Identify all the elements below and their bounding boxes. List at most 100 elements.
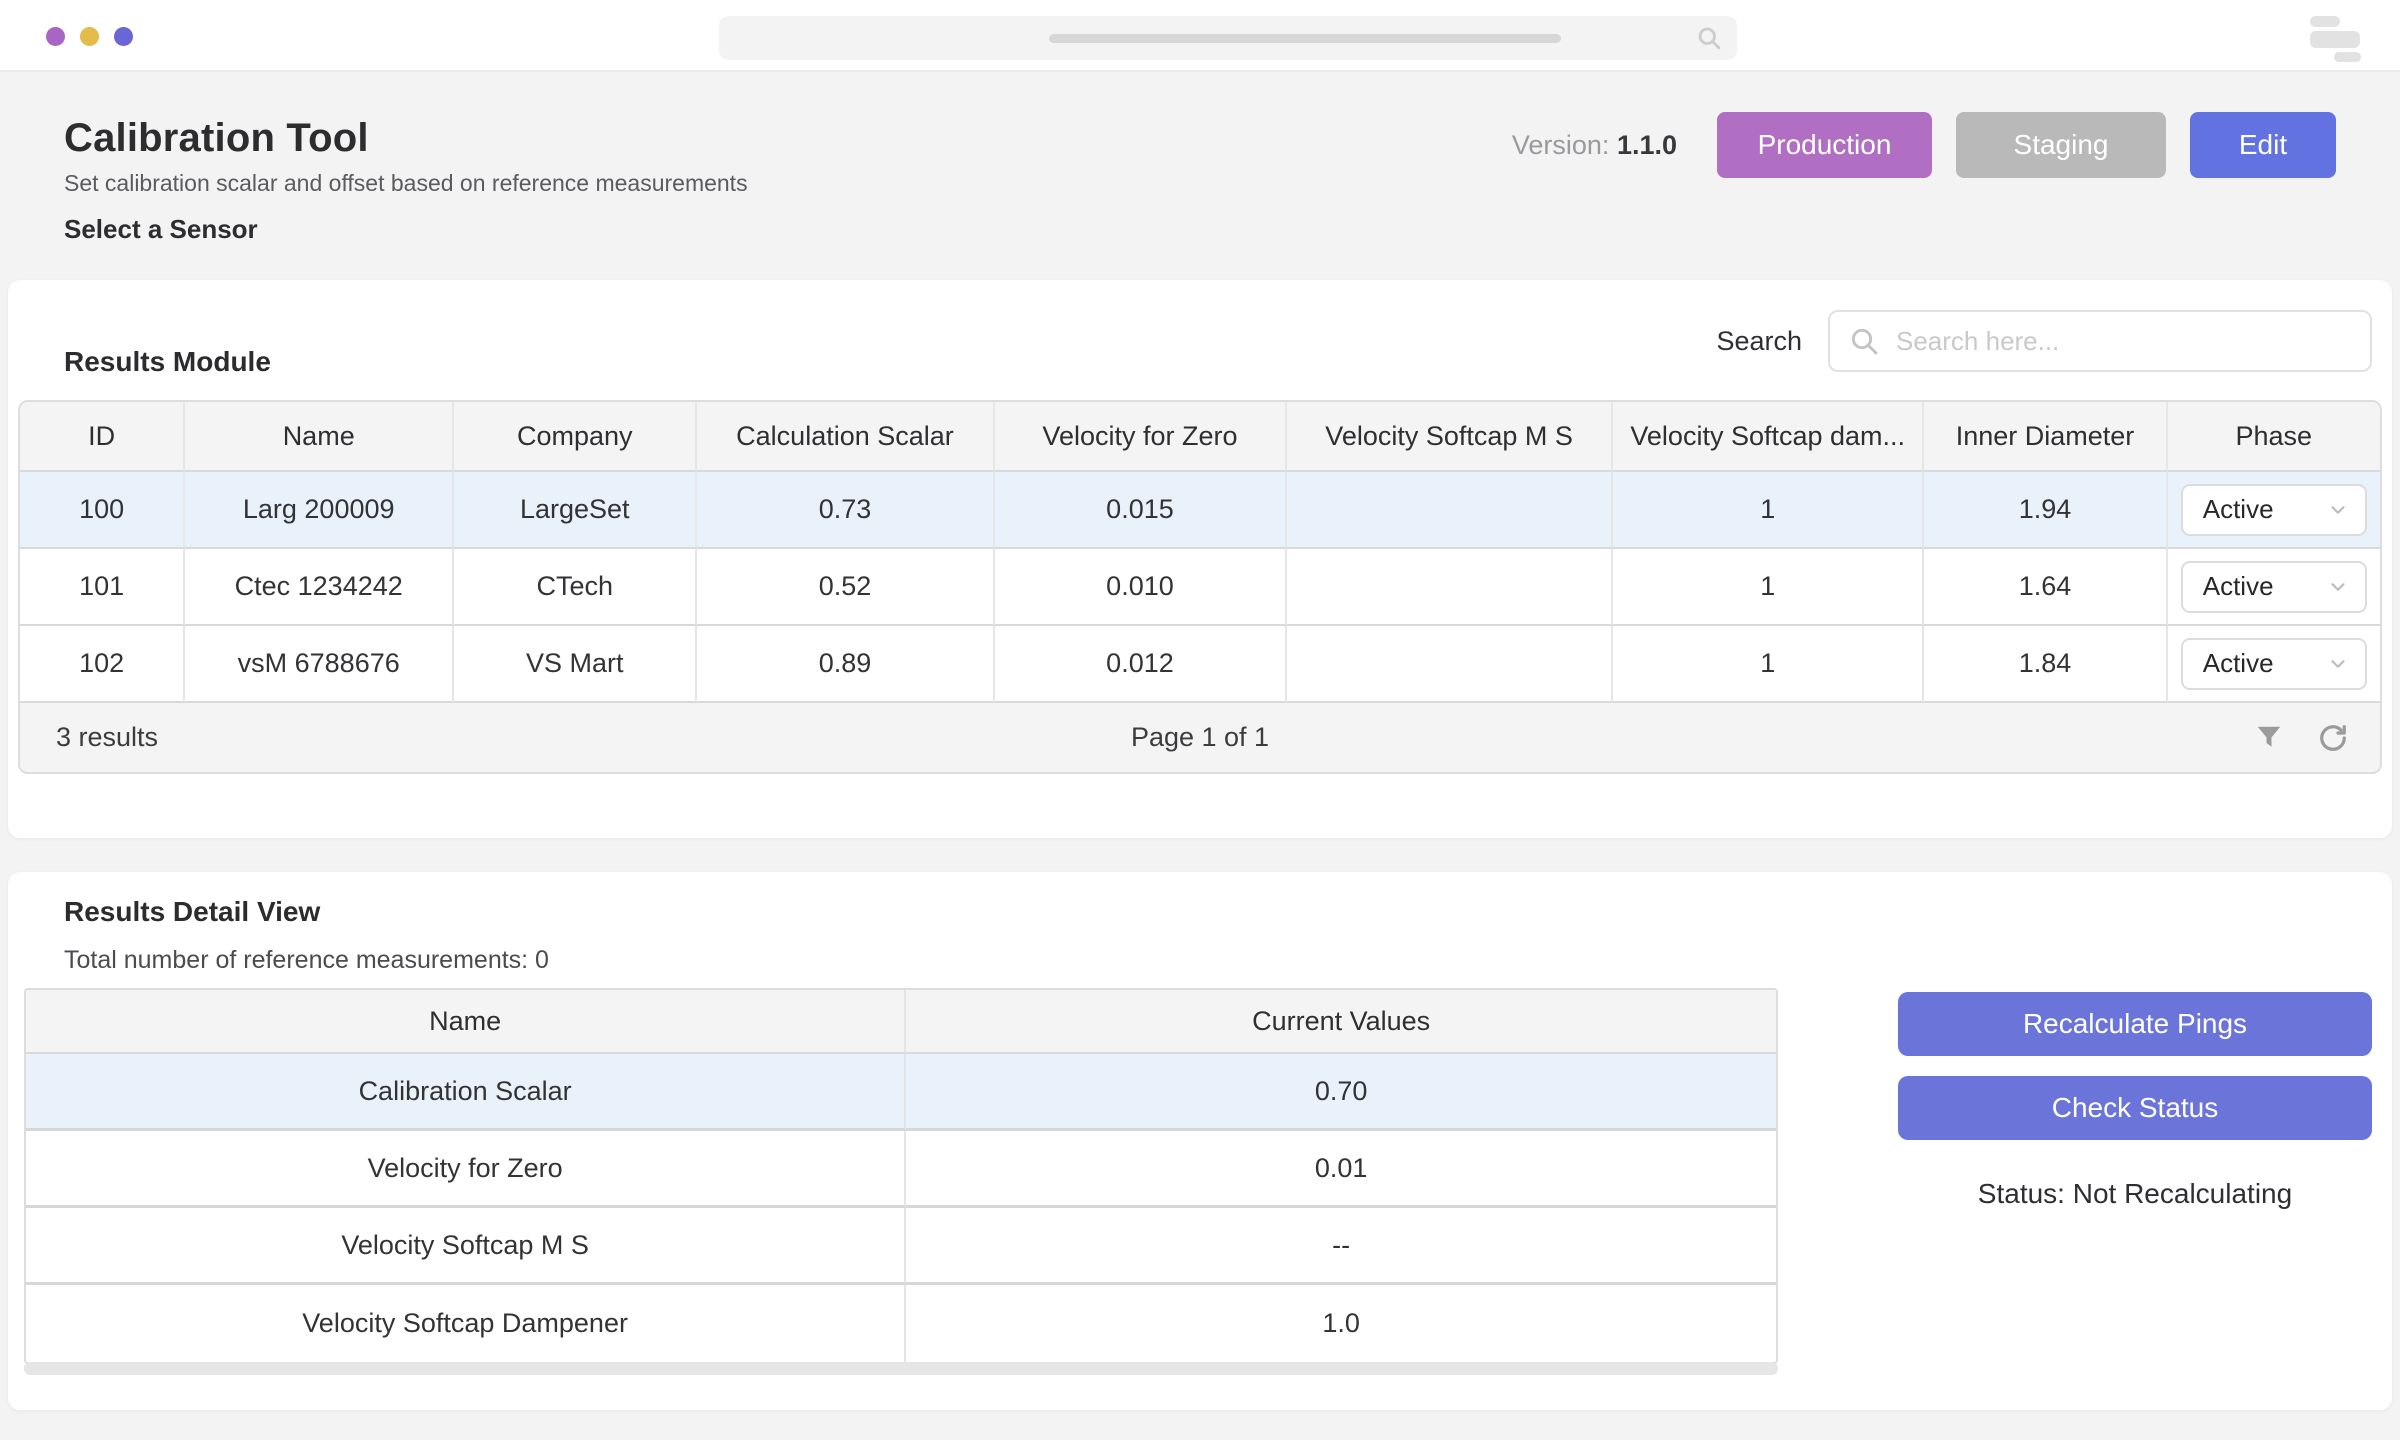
column-header-name: Name [185,402,454,472]
phase-select[interactable]: Active [2181,561,2367,613]
version-text: Version: 1.1.0 [1512,130,1677,161]
detail-row[interactable]: Velocity Softcap M S -- [26,1208,1776,1285]
detail-table-scrollbar[interactable] [24,1362,1778,1375]
results-detail-card: Results Detail View Total number of refe… [8,872,2392,1410]
production-button[interactable]: Production [1717,112,1932,178]
cell-velocity-softcap-ms [1287,626,1613,703]
chevron-down-icon [2327,499,2349,521]
phase-value: Active [2203,648,2274,679]
detail-value: -- [906,1208,1776,1285]
cell-id: 100 [20,472,185,549]
header-actions: Version: 1.1.0 Production Staging Edit [1512,112,2336,178]
page-subtitle: Set calibration scalar and offset based … [64,170,748,197]
edit-button[interactable]: Edit [2190,112,2336,178]
window-dot-minimize[interactable] [80,27,99,46]
column-header-velocity-softcap-dampener: Velocity Softcap dam... [1613,402,1925,472]
window-controls [46,27,133,46]
detail-name: Velocity for Zero [26,1131,906,1208]
search-area: Search [1716,310,2372,372]
detail-name: Velocity Softcap M S [26,1208,906,1285]
search-input[interactable] [1828,310,2372,372]
page-title: Calibration Tool [64,116,369,161]
cell-velocity-for-zero: 0.015 [995,472,1288,549]
window-dot-maximize[interactable] [114,27,133,46]
results-table-header: ID Name Company Calculation Scalar Veloc… [20,402,2380,472]
recalculate-pings-button[interactable]: Recalculate Pings [1898,992,2372,1056]
cell-calculation-scalar: 0.73 [697,472,994,549]
phase-value: Active [2203,571,2274,602]
calibration-tool-app: Calibration Tool Set calibration scalar … [0,0,2400,1440]
results-table: ID Name Company Calculation Scalar Veloc… [18,400,2382,774]
cell-inner-diameter: 1.94 [1924,472,2167,549]
browser-menu-icon[interactable] [2310,16,2366,58]
results-module-card: Results Module Search ID Name Company Ca… [8,280,2392,838]
detail-name: Calibration Scalar [26,1054,906,1131]
detail-table-header: Name Current Values [26,990,1776,1054]
cell-id: 102 [20,626,185,703]
detail-column-current-values: Current Values [906,990,1776,1054]
cell-velocity-softcap-dampener: 1 [1613,626,1925,703]
detail-column-name: Name [26,990,906,1054]
column-header-id: ID [20,402,185,472]
column-header-calculation-scalar: Calculation Scalar [697,402,994,472]
browser-chrome [0,0,2400,72]
detail-name: Velocity Softcap Dampener [26,1285,906,1362]
cell-inner-diameter: 1.64 [1924,549,2167,626]
cell-velocity-softcap-ms [1287,549,1613,626]
version-label: Version: [1512,130,1610,160]
search-label: Search [1716,326,1802,357]
table-row[interactable]: 101 Ctec 1234242 CTech 0.52 0.010 1 1.64… [20,549,2380,626]
address-text-redacted [1049,34,1561,43]
results-module-title: Results Module [64,346,271,378]
address-search-icon [1695,24,1723,52]
status-text: Status: Not Recalculating [1898,1178,2372,1210]
cell-velocity-for-zero: 0.010 [995,549,1288,626]
detail-value: 0.01 [906,1131,1776,1208]
cell-company: LargeSet [454,472,697,549]
column-header-phase: Phase [2168,402,2380,472]
cell-calculation-scalar: 0.89 [697,626,994,703]
cell-velocity-softcap-dampener: 1 [1613,549,1925,626]
results-table-footer: 3 results Page 1 of 1 [20,703,2380,772]
detail-value: 1.0 [906,1285,1776,1362]
chevron-down-icon [2327,576,2349,598]
window-dot-close[interactable] [46,27,65,46]
detail-view-subtitle: Total number of reference measurements: … [64,946,549,975]
column-header-velocity-softcap-ms: Velocity Softcap M S [1287,402,1613,472]
cell-id: 101 [20,549,185,626]
cell-velocity-softcap-ms [1287,472,1613,549]
phase-select[interactable]: Active [2181,484,2367,536]
phase-value: Active [2203,494,2274,525]
search-icon [1848,325,1880,357]
column-header-velocity-for-zero: Velocity for Zero [995,402,1288,472]
staging-button[interactable]: Staging [1956,112,2166,178]
cell-inner-diameter: 1.84 [1924,626,2167,703]
phase-select[interactable]: Active [2181,638,2367,690]
filter-icon[interactable] [2254,723,2284,753]
check-status-button[interactable]: Check Status [1898,1076,2372,1140]
detail-table: Name Current Values Calibration Scalar 0… [24,988,1778,1364]
detail-row[interactable]: Velocity for Zero 0.01 [26,1131,1776,1208]
version-value: 1.1.0 [1617,130,1677,160]
cell-velocity-for-zero: 0.012 [995,626,1288,703]
cell-name: Larg 200009 [185,472,454,549]
cell-company: VS Mart [454,626,697,703]
select-sensor-label: Select a Sensor [64,214,258,245]
cell-name: vsM 6788676 [185,626,454,703]
cell-company: CTech [454,549,697,626]
results-count: 3 results [56,722,158,753]
cell-name: Ctec 1234242 [185,549,454,626]
column-header-company: Company [454,402,697,472]
detail-value: 0.70 [906,1054,1776,1131]
table-row[interactable]: 100 Larg 200009 LargeSet 0.73 0.015 1 1.… [20,472,2380,549]
table-row[interactable]: 102 vsM 6788676 VS Mart 0.89 0.012 1 1.8… [20,626,2380,703]
cell-velocity-softcap-dampener: 1 [1613,472,1925,549]
detail-view-title: Results Detail View [64,896,320,928]
browser-address-bar[interactable] [719,16,1737,60]
detail-row[interactable]: Calibration Scalar 0.70 [26,1054,1776,1131]
cell-calculation-scalar: 0.52 [697,549,994,626]
column-header-inner-diameter: Inner Diameter [1924,402,2167,472]
chevron-down-icon [2327,653,2349,675]
detail-row[interactable]: Velocity Softcap Dampener 1.0 [26,1285,1776,1362]
refresh-icon[interactable] [2318,723,2348,753]
